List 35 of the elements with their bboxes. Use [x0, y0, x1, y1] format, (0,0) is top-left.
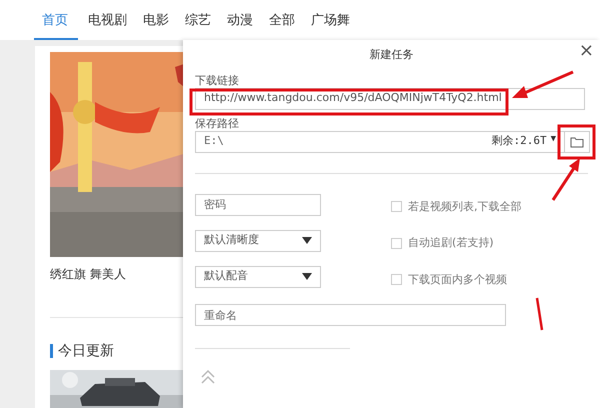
nav-tab[interactable]: 全部 — [263, 10, 301, 40]
collapse-icon[interactable] — [201, 369, 215, 385]
nav-tab[interactable]: 动漫 — [221, 10, 259, 40]
dialog-title: 新建任务 — [370, 47, 414, 63]
video-title[interactable]: 绣红旗 舞美人 — [50, 265, 126, 283]
password-field[interactable]: 密码 — [195, 194, 321, 216]
folder-icon-button[interactable] — [565, 130, 590, 152]
checkbox[interactable] — [391, 201, 402, 212]
field-label: 下载链接 — [195, 74, 239, 86]
folder-icon — [570, 136, 584, 148]
path-text: E:\ — [204, 133, 224, 150]
annotation-arrow — [552, 158, 580, 201]
dropdown-caret[interactable]: ▼ — [550, 133, 556, 150]
checkbox-label[interactable]: 若是视频列表,下载全部 — [408, 198, 522, 215]
annotation-arrow — [512, 70, 574, 98]
rename-field[interactable]: 重命名 — [195, 304, 506, 326]
annotation-line — [536, 298, 544, 330]
nav-tab[interactable]: 电视剧 — [82, 10, 133, 40]
caret-icon — [302, 237, 312, 244]
nav-tab[interactable]: 首页 — [34, 10, 78, 40]
highlight-frame — [558, 124, 596, 160]
checkbox-label[interactable]: 自动追剧(若支持) — [408, 235, 494, 252]
checkbox-label[interactable]: 下载页面内多个视频 — [408, 272, 507, 288]
nav-tab[interactable]: 广场舞 — [305, 10, 356, 40]
close-button[interactable]: × — [578, 42, 594, 60]
checkbox[interactable] — [391, 274, 402, 286]
field-label: 保存路径 — [195, 118, 239, 128]
nav-tab[interactable]: 电影 — [137, 10, 175, 40]
dropdown[interactable]: 默认配音 — [195, 266, 321, 288]
dropdown[interactable]: 默认清晰度 — [195, 230, 321, 252]
save-path-field[interactable]: E:\ 剩余:2.6T ▼ — [195, 130, 565, 152]
checkbox[interactable] — [391, 238, 402, 249]
free-space-text: 剩余:2.6T — [491, 133, 547, 150]
caret-icon — [302, 273, 312, 280]
nav-tab[interactable]: 综艺 — [179, 10, 217, 40]
